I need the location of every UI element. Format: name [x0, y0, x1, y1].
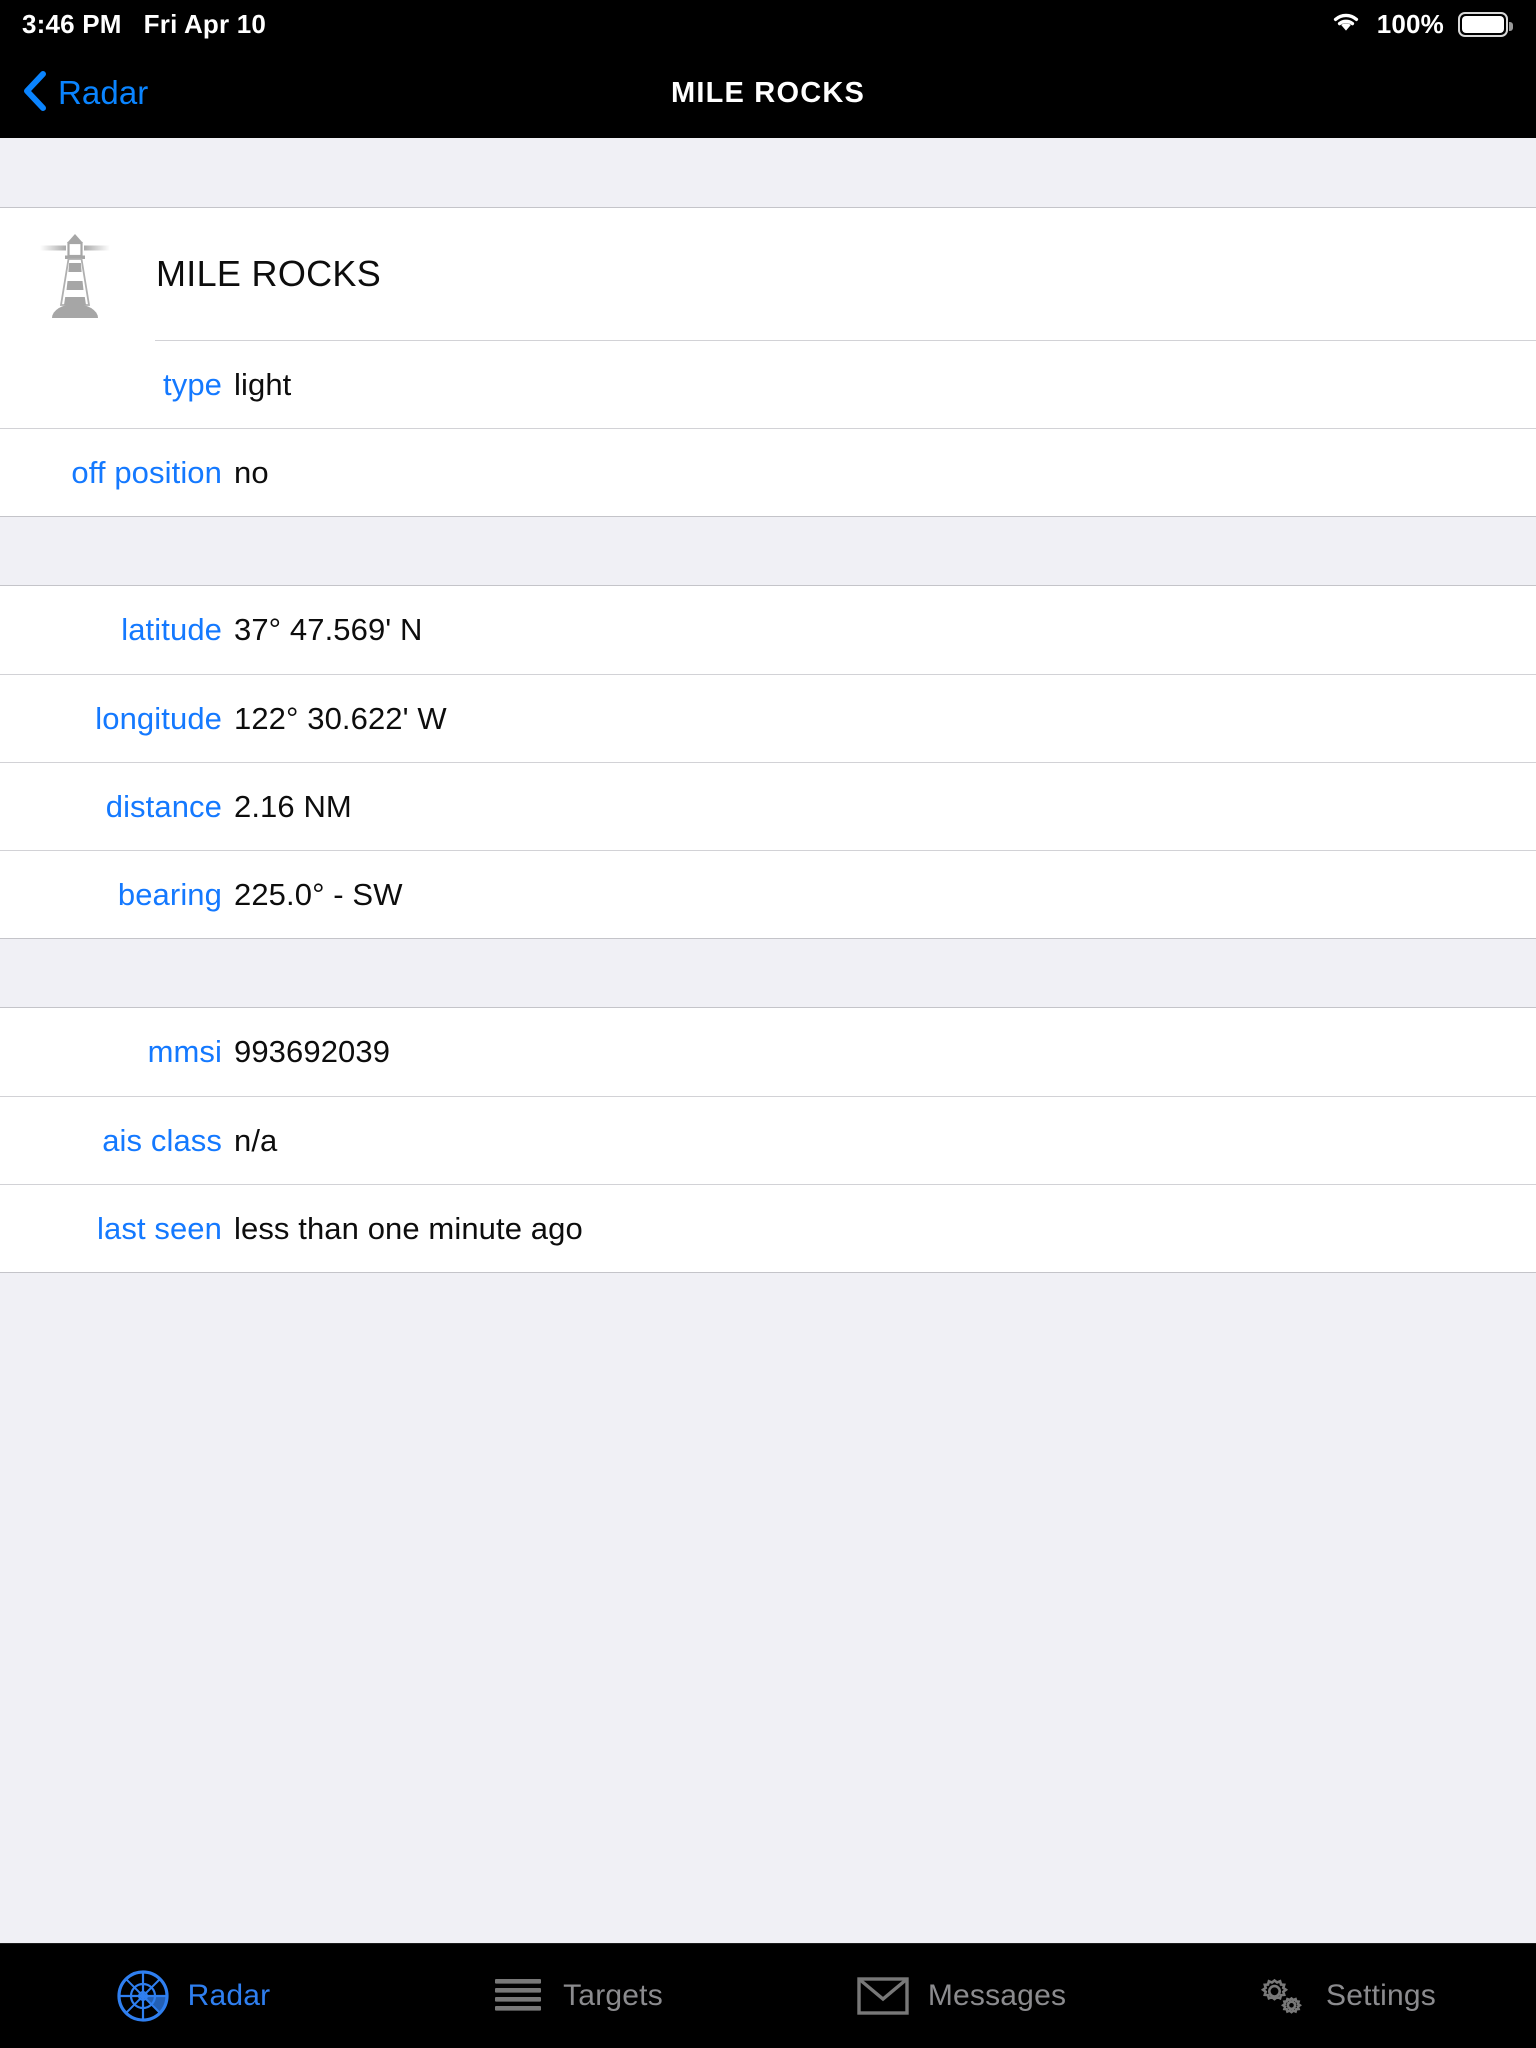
detail-row-value: 122° 30.622' W — [234, 700, 447, 736]
status-date: Fri Apr 10 — [143, 8, 267, 39]
radar-scope-icon — [114, 1967, 172, 2025]
status-time: 3:46 PM — [22, 8, 122, 39]
section-gap-ais — [0, 938, 1536, 1008]
detail-row-label: bearing — [117, 876, 222, 912]
chevron-left-icon — [22, 70, 48, 117]
detail-row-value: n/a — [234, 1122, 278, 1158]
detail-row-label: longitude — [95, 700, 222, 736]
tab-label: Messages — [927, 1979, 1067, 2012]
list-lines-icon — [489, 1967, 547, 2025]
section-gap-position — [0, 516, 1536, 586]
detail-row-last-seen[interactable]: last seen less than one minute ago — [0, 1184, 1536, 1272]
detail-row-label: latitude — [121, 612, 222, 647]
detail-row-value: no — [234, 454, 269, 490]
wifi-icon — [1329, 8, 1363, 41]
tab-label: Radar — [187, 1979, 271, 2012]
detail-row-value: 993692039 — [234, 1034, 391, 1069]
gears-icon — [1252, 1967, 1310, 2025]
tab-targets[interactable]: Targets — [384, 1944, 768, 2048]
detail-row-longitude[interactable]: longitude 122° 30.622' W — [0, 674, 1536, 762]
tab-messages[interactable]: Messages — [768, 1944, 1152, 2048]
tab-label: Targets — [563, 1979, 663, 2012]
detail-row-mmsi[interactable]: mmsi 993692039 — [0, 1008, 1536, 1096]
detail-row-ais-class[interactable]: ais class n/a — [0, 1096, 1536, 1184]
detail-row-label: off position — [71, 454, 222, 490]
page-title: MILE ROCKS — [670, 76, 866, 109]
detail-row-value: light — [234, 366, 292, 402]
status-bar-left: 3:46 PM Fri Apr 10 — [22, 9, 266, 40]
target-name: MILE ROCKS — [156, 253, 382, 294]
detail-row-value: 37° 47.569' N — [234, 612, 423, 647]
detail-row-label: ais class — [102, 1122, 222, 1158]
detail-row-off-position[interactable]: off position no — [0, 428, 1536, 516]
back-button[interactable]: Radar — [0, 70, 148, 117]
detail-row-label: type — [163, 366, 222, 402]
navigation-bar: Radar MILE ROCKS — [0, 48, 1536, 138]
app-screen: 3:46 PM Fri Apr 10 100% Radar MILE ROCKS… — [0, 0, 1536, 2048]
content-filler — [0, 1272, 1536, 1943]
target-header-row: MILE ROCKS — [0, 208, 1536, 340]
tab-radar[interactable]: Radar — [0, 1944, 384, 2048]
detail-row-value: 225.0° - SW — [234, 876, 403, 912]
detail-row-bearing[interactable]: bearing 225.0° - SW — [0, 850, 1536, 938]
detail-row-value: less than one minute ago — [234, 1210, 583, 1246]
detail-row-label: distance — [105, 788, 222, 824]
section-position: latitude 37° 47.569' N longitude 122° 30… — [0, 586, 1536, 938]
status-bar: 3:46 PM Fri Apr 10 100% — [0, 0, 1536, 48]
detail-row-distance[interactable]: distance 2.16 NM — [0, 762, 1536, 850]
tab-settings[interactable]: Settings — [1152, 1944, 1536, 2048]
battery-full-icon — [1458, 11, 1513, 37]
section-attributes: MILE ROCKS type light off position no — [0, 208, 1536, 516]
detail-row-label: mmsi — [147, 1034, 222, 1069]
section-gap-top — [0, 138, 1536, 208]
detail-row-latitude[interactable]: latitude 37° 47.569' N — [0, 586, 1536, 674]
detail-row-type[interactable]: type light — [155, 340, 1536, 428]
battery-percent: 100% — [1376, 8, 1444, 39]
tab-bar: Radar Targets Messages Settings — [0, 1943, 1536, 2048]
tab-label: Settings — [1326, 1979, 1436, 2012]
detail-content: MILE ROCKS type light off position no la… — [0, 138, 1536, 1943]
back-button-label: Radar — [58, 74, 149, 111]
detail-row-value: 2.16 NM — [234, 788, 352, 824]
detail-row-label: last seen — [97, 1210, 222, 1246]
envelope-icon — [854, 1967, 912, 2025]
status-bar-right: 100% — [1329, 8, 1513, 41]
lighthouse-icon — [38, 226, 112, 322]
section-ais: mmsi 993692039 ais class n/a last seen l… — [0, 1008, 1536, 1272]
